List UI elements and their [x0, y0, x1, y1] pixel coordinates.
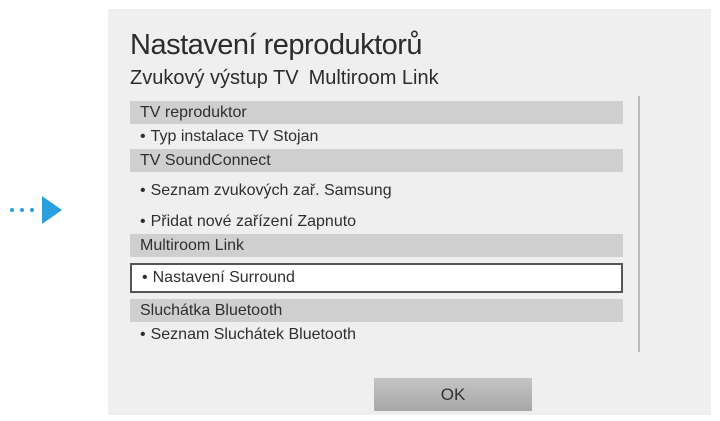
section-header-bluetooth-headphones: Sluchátka Bluetooth: [130, 299, 623, 322]
pointer-triangle: [42, 196, 62, 224]
screen: Nastavení reproduktorů Zvukový výstup TV…: [0, 0, 720, 421]
list-item-label: Seznam Sluchátek Bluetooth: [150, 325, 357, 343]
bullet-icon: •: [142, 269, 148, 286]
list-item-samsung-devices[interactable]: • Seznam zvukových zař. Samsung: [130, 172, 623, 203]
bullet-icon: •: [140, 127, 146, 145]
pointer-dot: [10, 208, 14, 212]
list-item-install-type[interactable]: • Typ instalace TV Stojan: [130, 124, 623, 149]
section-header-tv-speaker: TV reproduktor: [130, 101, 623, 124]
section-header-label: TV reproduktor: [140, 103, 247, 121]
tab-tv-sound-output[interactable]: Zvukový výstup TV: [130, 67, 299, 89]
list-item-label: Seznam zvukových zař. Samsung: [150, 182, 392, 199]
bullet-icon: •: [140, 325, 146, 343]
section-header-label: TV SoundConnect: [140, 151, 271, 169]
ok-button[interactable]: OK: [374, 378, 532, 411]
pointer-dot: [30, 208, 34, 212]
dialog-tabs: Zvukový výstup TV Multiroom Link: [130, 67, 439, 90]
settings-list: TV reproduktor • Typ instalace TV Stojan…: [130, 101, 623, 347]
list-scrollbar[interactable]: [638, 96, 640, 352]
list-item-add-new-device[interactable]: • Přidat nové zařízení Zapnuto: [130, 203, 623, 234]
speaker-settings-dialog: Nastavení reproduktorů Zvukový výstup TV…: [108, 9, 711, 415]
tab-multiroom-link[interactable]: Multiroom Link: [309, 67, 439, 89]
dialog-title: Nastavení reproduktorů: [130, 29, 423, 61]
section-header-label: Sluchátka Bluetooth: [140, 301, 283, 319]
arrow-pointer-icon: [10, 196, 62, 224]
list-item-label: Přidat nové zařízení Zapnuto: [150, 213, 357, 230]
list-item-bluetooth-headphones-list[interactable]: • Seznam Sluchátek Bluetooth: [130, 322, 623, 347]
section-header-tv-soundconnect: TV SoundConnect: [130, 149, 623, 172]
bullet-icon: •: [140, 182, 146, 199]
section-header-label: Multiroom Link: [140, 236, 245, 254]
list-item-label: Typ instalace TV Stojan: [150, 127, 319, 145]
list-item-surround-settings[interactable]: • Nastavení Surround: [130, 263, 623, 293]
pointer-dot: [20, 208, 24, 212]
section-header-multiroom-link: Multiroom Link: [130, 234, 623, 257]
bullet-icon: •: [140, 213, 146, 230]
list-item-label: Nastavení Surround: [152, 269, 295, 286]
